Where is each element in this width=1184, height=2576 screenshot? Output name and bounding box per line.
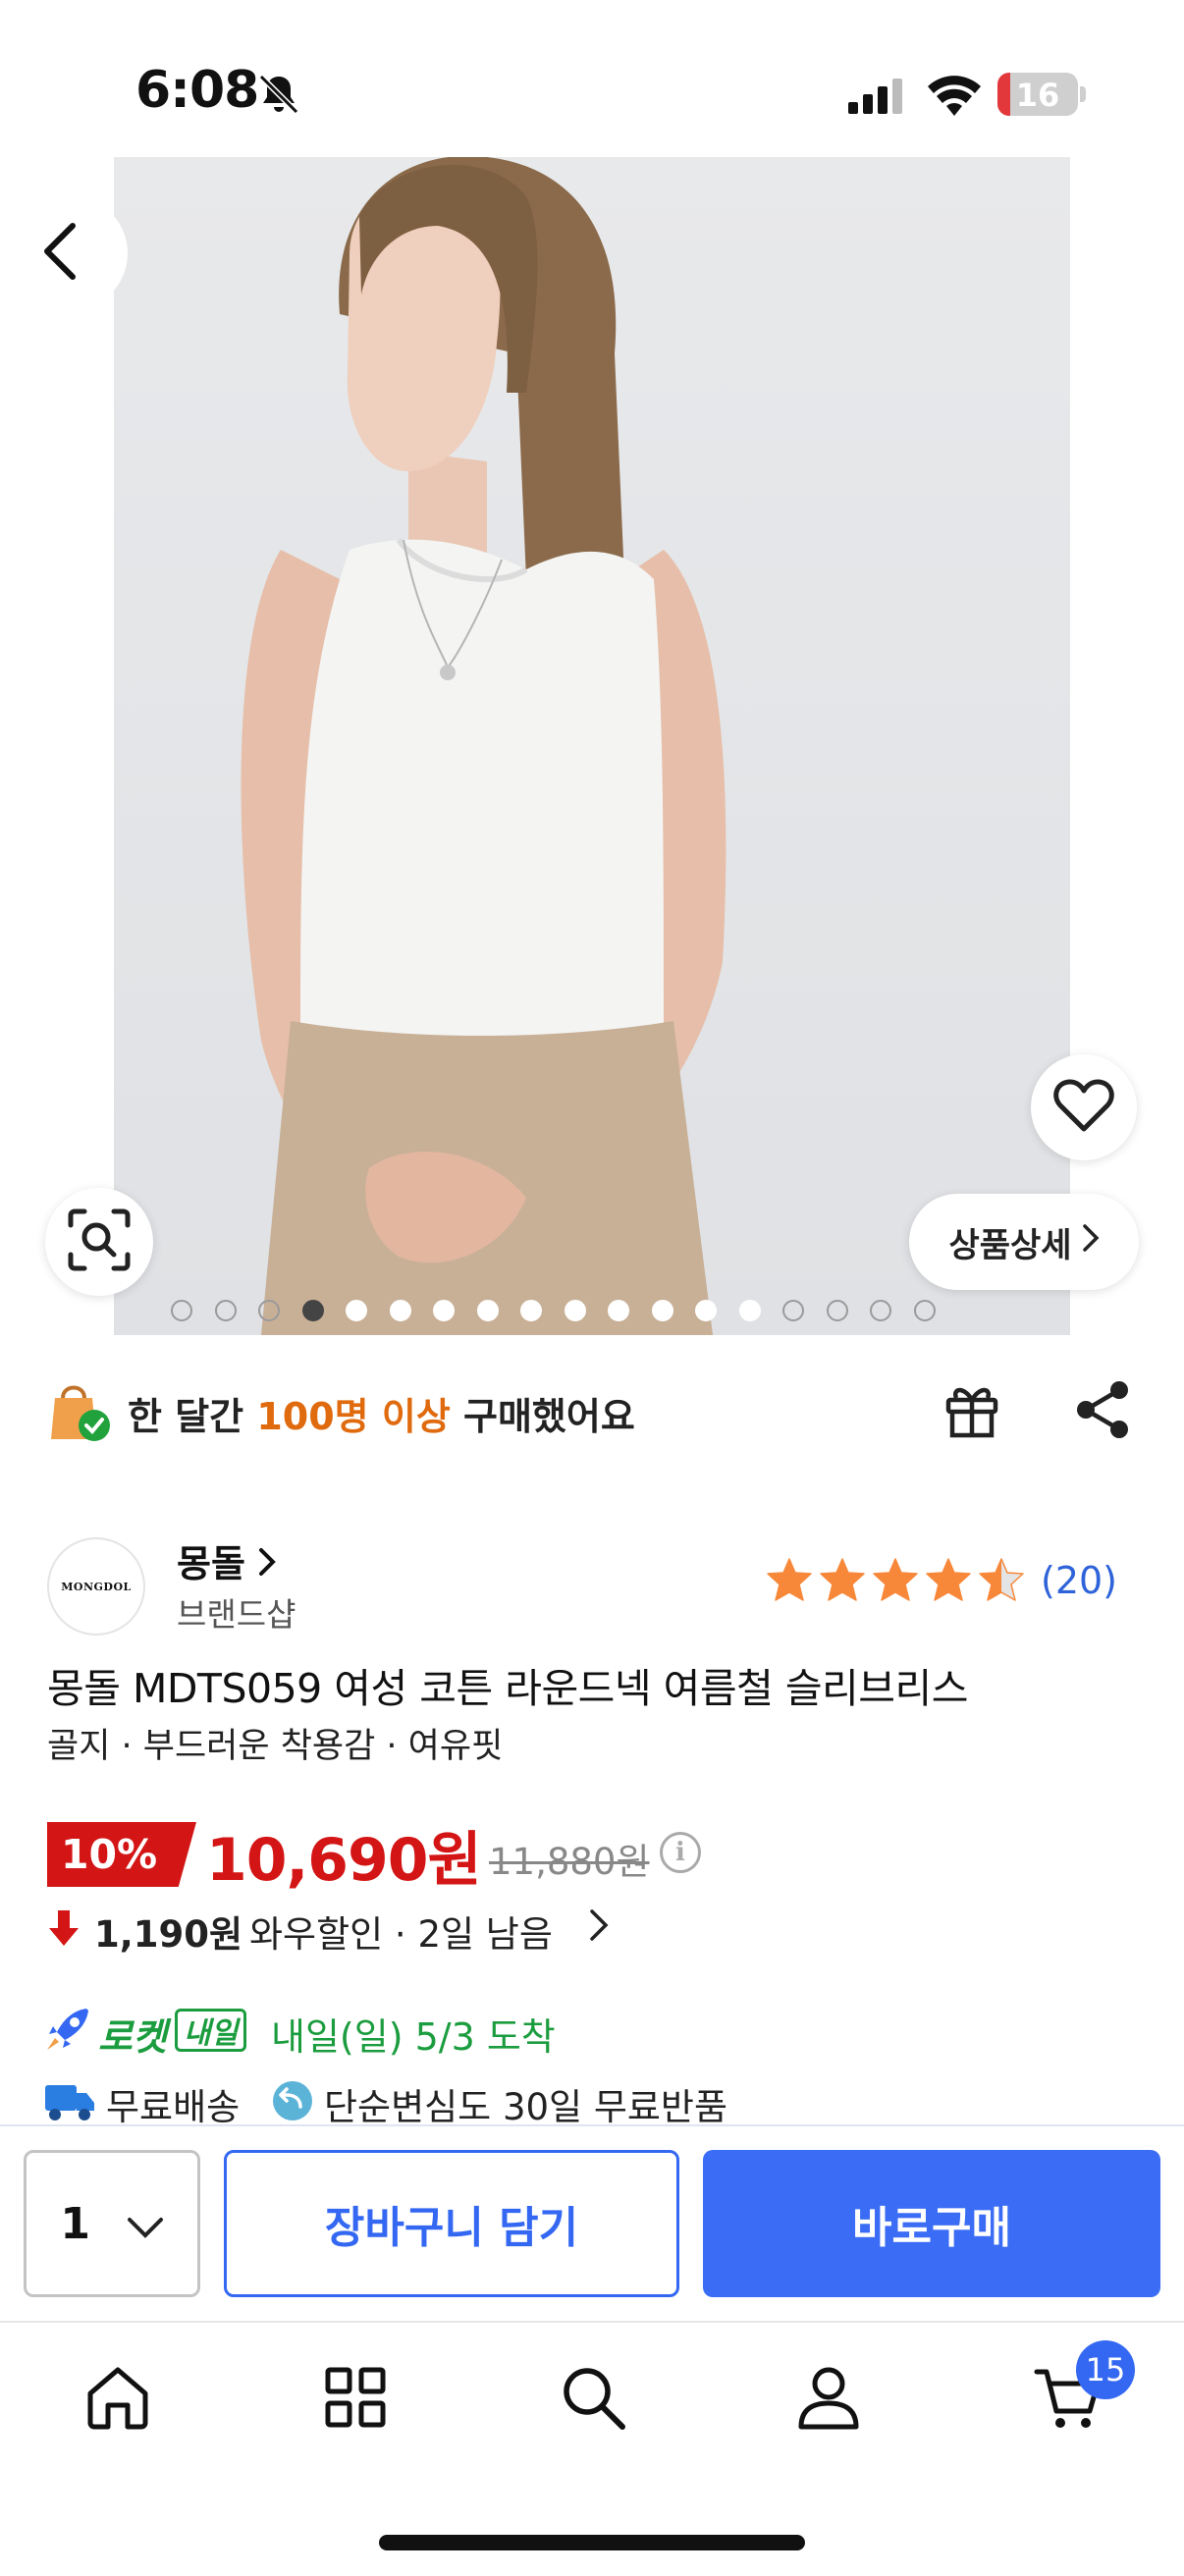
- pagination-dot[interactable]: [870, 1300, 891, 1321]
- pagination-dot[interactable]: [782, 1300, 804, 1321]
- star-icon: [820, 1558, 865, 1601]
- rocket-delivery-label: 로켓: [98, 2015, 167, 2059]
- bell-muted-icon: [257, 73, 300, 120]
- home-indicator: [379, 2535, 805, 2550]
- wow-discount-amount: 1,190원: [94, 1913, 243, 1956]
- pagination-dot[interactable]: [608, 1300, 629, 1321]
- pagination-dot[interactable]: [826, 1300, 848, 1321]
- pagination-dot[interactable]: [214, 1300, 237, 1321]
- tomorrow-badge: 내일: [175, 2009, 247, 2052]
- search-icon: [558, 2368, 628, 2437]
- purchase-count-text: 한 달간 100명 이상 구매했어요: [128, 1395, 635, 1438]
- status-time: 6:08: [135, 61, 259, 120]
- pagination-dot[interactable]: [389, 1300, 411, 1321]
- return-icon: [271, 2079, 314, 2126]
- home-icon: [82, 2367, 153, 2437]
- chevron-right-icon: [258, 1542, 276, 1585]
- gift-icon[interactable]: [941, 1378, 1003, 1445]
- chevron-down-icon: [127, 2199, 164, 2249]
- tab-categories[interactable]: [320, 2362, 391, 2437]
- product-image[interactable]: [114, 157, 1070, 1335]
- pagination-dot[interactable]: [433, 1300, 455, 1321]
- battery-indicator: 16: [997, 73, 1078, 116]
- tab-home[interactable]: [82, 2362, 153, 2437]
- back-icon: [39, 222, 79, 285]
- image-search-icon: [67, 1208, 132, 1276]
- pagination-dot[interactable]: [301, 1300, 324, 1321]
- user-icon: [793, 2367, 864, 2437]
- product-detail-label: 상품상세: [948, 1225, 1072, 1265]
- pagination-dot[interactable]: [913, 1300, 936, 1321]
- wow-discount-text: 와우할인 · 2일 남음: [249, 1913, 553, 1956]
- brand-name-link[interactable]: 몽돌: [177, 1533, 276, 1587]
- pagination-dot[interactable]: [695, 1300, 717, 1321]
- pagination-dot[interactable]: [346, 1300, 367, 1321]
- chevron-right-icon[interactable]: [589, 1908, 609, 1946]
- arrow-down-icon: [47, 1908, 81, 1952]
- pagination-dot[interactable]: [258, 1300, 280, 1321]
- back-button[interactable]: [0, 196, 128, 310]
- pagination-dot[interactable]: [651, 1300, 673, 1321]
- product-title: 몽돌 MDTS059 여성 코튼 라운드넥 여름철 슬리브리스: [47, 1665, 968, 1712]
- pagination-dot[interactable]: [171, 1300, 192, 1321]
- pagination-dot[interactable]: [476, 1300, 499, 1321]
- arrival-date: 내일(일) 5/3 도착: [271, 2015, 556, 2059]
- cart-count-badge: 15: [1076, 2340, 1135, 2399]
- free-return-text: 단순변심도 30일 무료반품: [324, 2086, 728, 2128]
- brand-shop-label: 브랜드샵: [177, 1595, 296, 1634]
- share-icon[interactable]: [1072, 1378, 1133, 1445]
- info-icon[interactable]: i: [660, 1832, 701, 1873]
- category-icon: [320, 2367, 391, 2437]
- pagination-dot[interactable]: [738, 1300, 761, 1321]
- tab-my-page[interactable]: [793, 2362, 864, 2437]
- star-icon: [926, 1558, 971, 1601]
- add-to-cart-button[interactable]: 장바구니 담기: [224, 2150, 679, 2297]
- review-count-link[interactable]: (20): [1041, 1559, 1117, 1602]
- star-icon: [979, 1558, 1024, 1601]
- brand-logo[interactable]: MONGDOL: [47, 1537, 145, 1636]
- cellular-signal-icon: [848, 79, 907, 118]
- buy-now-button[interactable]: 바로구매: [703, 2150, 1160, 2297]
- pagination-dot[interactable]: [564, 1300, 586, 1321]
- wishlist-button[interactable]: [1031, 1054, 1137, 1160]
- wifi-icon: [927, 73, 982, 120]
- quantity-value: 1: [60, 2198, 90, 2249]
- original-price: 11,880원: [489, 1841, 650, 1883]
- heart-icon: [1053, 1078, 1114, 1137]
- truck-icon: [43, 2079, 96, 2126]
- product-detail-button[interactable]: 상품상세: [909, 1194, 1139, 1290]
- star-icon: [873, 1558, 918, 1601]
- image-search-button[interactable]: [45, 1188, 153, 1296]
- battery-level: 16: [1015, 77, 1060, 114]
- product-subtitle: 골지 · 부드러운 착용감 · 여유핏: [47, 1727, 504, 1766]
- discount-badge: 10%: [47, 1822, 196, 1887]
- shopping-bag-icon: [47, 1378, 112, 1447]
- pagination-dot[interactable]: [520, 1300, 542, 1321]
- quantity-select[interactable]: 1: [24, 2150, 200, 2297]
- rocket-icon: [43, 2003, 94, 2058]
- star-icon: [767, 1558, 812, 1601]
- sale-price: 10,690원: [206, 1826, 482, 1895]
- cart-icon: [1033, 2369, 1103, 2437]
- battery-tip: [1080, 86, 1086, 102]
- rating-stars[interactable]: [766, 1557, 1025, 1602]
- tab-search[interactable]: [558, 2362, 628, 2437]
- image-pagination[interactable]: [171, 1300, 936, 1321]
- free-shipping-text: 무료배송: [106, 2086, 241, 2128]
- chevron-right-icon: [1082, 1222, 1100, 1261]
